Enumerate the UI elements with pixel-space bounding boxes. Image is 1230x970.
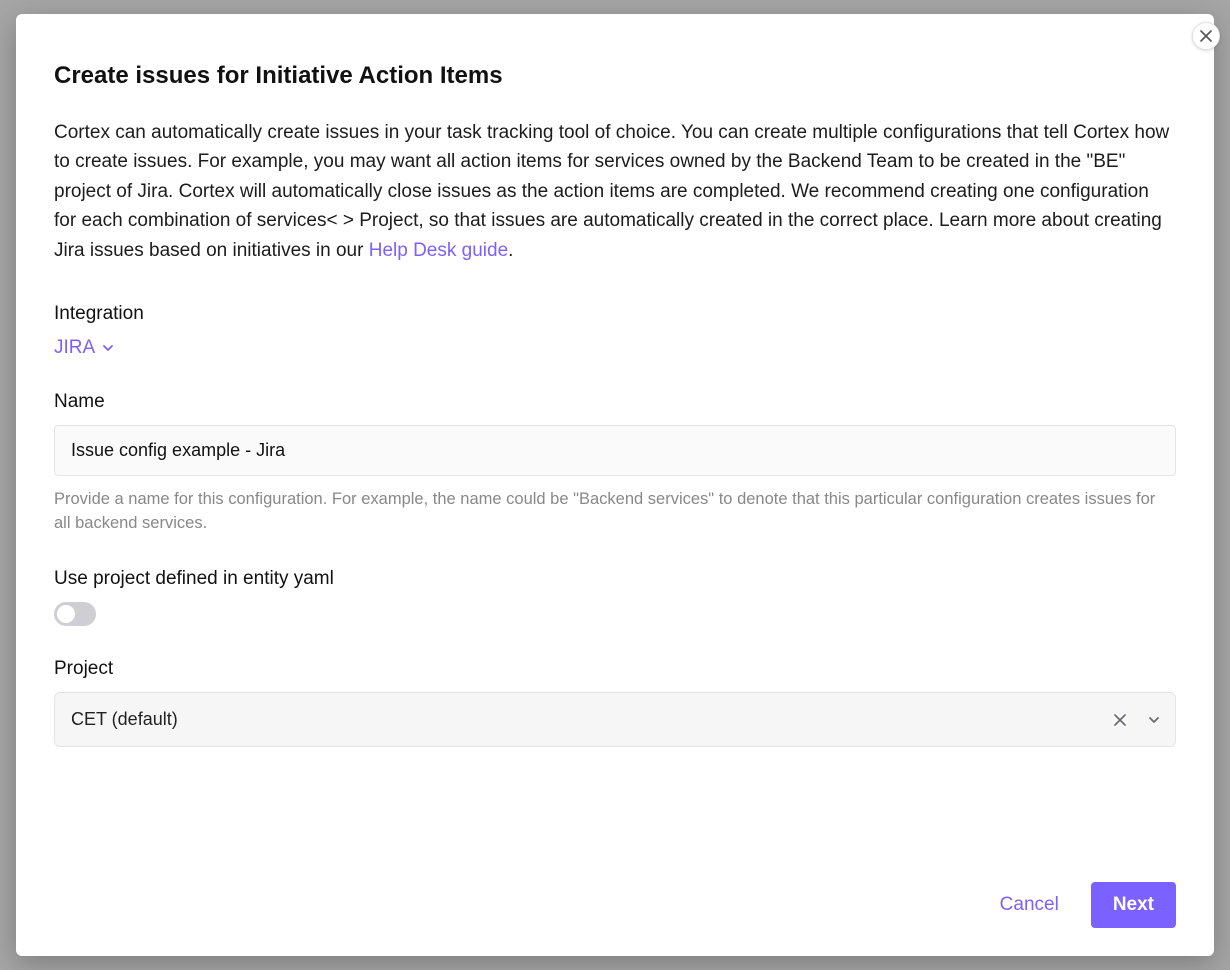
integration-select[interactable]: JIRA xyxy=(54,337,115,359)
description-text: Cortex can automatically create issues i… xyxy=(54,122,1169,261)
help-desk-link[interactable]: Help Desk guide xyxy=(369,240,508,261)
name-label: Name xyxy=(54,391,1176,413)
project-label: Project xyxy=(54,658,1176,680)
chevron-down-icon xyxy=(101,341,115,355)
toggle-knob xyxy=(57,605,75,623)
cancel-button[interactable]: Cancel xyxy=(992,884,1067,926)
modal-body: Create issues for Initiative Action Item… xyxy=(16,14,1214,956)
modal-title: Create issues for Initiative Action Item… xyxy=(54,62,1176,90)
yaml-toggle-field: Use project defined in entity yaml xyxy=(54,568,1176,626)
yaml-toggle-label: Use project defined in entity yaml xyxy=(54,568,1176,590)
clear-icon[interactable] xyxy=(1112,712,1128,728)
description-post: . xyxy=(508,240,513,261)
integration-label: Integration xyxy=(54,303,1176,325)
name-input[interactable] xyxy=(54,425,1176,476)
name-help-text: Provide a name for this configuration. F… xyxy=(54,488,1176,536)
modal-description: Cortex can automatically create issues i… xyxy=(54,118,1176,265)
next-button[interactable]: Next xyxy=(1091,882,1176,928)
yaml-toggle[interactable] xyxy=(54,602,96,626)
name-field: Name Provide a name for this configurati… xyxy=(54,391,1176,536)
project-select-icons xyxy=(1112,712,1162,728)
create-issues-modal: Create issues for Initiative Action Item… xyxy=(16,14,1214,956)
integration-field: Integration JIRA xyxy=(54,303,1176,359)
chevron-down-icon[interactable] xyxy=(1146,712,1162,728)
integration-value: JIRA xyxy=(54,337,95,359)
modal-footer: Cancel Next xyxy=(54,858,1176,928)
close-button[interactable] xyxy=(1192,22,1220,50)
close-icon xyxy=(1200,30,1212,42)
project-select[interactable]: CET (default) xyxy=(54,692,1176,747)
project-select-wrap: CET (default) xyxy=(54,692,1176,747)
project-field: Project CET (default) xyxy=(54,658,1176,747)
